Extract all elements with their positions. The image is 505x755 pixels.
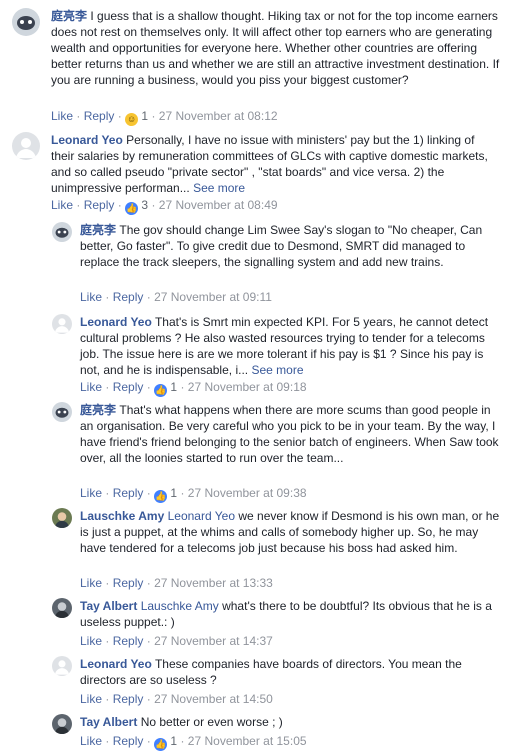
comment-reply: Leonard Yeo That's is Smrt min expected …: [52, 314, 502, 398]
reply-link[interactable]: Reply: [84, 198, 115, 212]
separator: ·: [180, 734, 185, 748]
like-icon[interactable]: 👍: [154, 490, 168, 503]
reply-link[interactable]: Reply: [113, 692, 144, 706]
separator: ·: [146, 486, 151, 500]
separator: ·: [105, 576, 110, 590]
comment-author[interactable]: 庭亮李: [80, 223, 116, 237]
timestamp[interactable]: 27 November at 08:49: [159, 198, 278, 212]
reaction-count[interactable]: 1: [170, 486, 177, 500]
comment-reply: Lauschke Amy Leonard Yeo we never know i…: [52, 508, 502, 592]
separator: ·: [105, 486, 110, 500]
avatar[interactable]: [12, 132, 40, 160]
comment-author[interactable]: 庭亮李: [51, 9, 87, 23]
comment-author[interactable]: Leonard Yeo: [80, 657, 152, 671]
comment-body: I guess that is a shallow thought. Hikin…: [51, 9, 500, 87]
avatar[interactable]: [52, 222, 72, 242]
mentioned-user[interactable]: Lauschke Amy: [141, 599, 219, 613]
like-link[interactable]: Like: [80, 486, 102, 500]
like-link[interactable]: Like: [80, 576, 102, 590]
avatar[interactable]: [12, 8, 40, 36]
like-icon[interactable]: 👍: [125, 202, 139, 215]
separator: ·: [146, 380, 151, 394]
comment: Leonard Yeo Personally, I have no issue …: [12, 132, 502, 215]
timestamp[interactable]: 27 November at 14:50: [154, 692, 273, 706]
comment-reply: Leonard Yeo These companies have boards …: [52, 656, 502, 710]
separator: ·: [105, 692, 110, 706]
timestamp[interactable]: 27 November at 15:05: [188, 734, 307, 748]
comment-author[interactable]: Tay Albert: [80, 715, 137, 729]
like-link[interactable]: Like: [51, 109, 73, 123]
like-link[interactable]: Like: [80, 692, 102, 706]
separator: ·: [146, 290, 151, 304]
timestamp[interactable]: 27 November at 09:11: [154, 290, 272, 304]
timestamp[interactable]: 27 November at 13:33: [154, 576, 273, 590]
reaction-count[interactable]: 3: [141, 198, 148, 212]
comment-reply: 庭亮李 That's what happens when there are m…: [52, 402, 502, 503]
reaction-count[interactable]: 1: [170, 734, 177, 748]
like-link[interactable]: Like: [80, 290, 102, 304]
comment-author[interactable]: Leonard Yeo: [51, 133, 123, 147]
separator: ·: [180, 486, 185, 500]
reaction-count[interactable]: 1: [170, 380, 177, 394]
like-link[interactable]: Like: [51, 198, 73, 212]
separator: ·: [151, 109, 156, 123]
reply-link[interactable]: Reply: [113, 576, 144, 590]
comment-body: No better or even worse ; ): [140, 715, 283, 729]
avatar[interactable]: [52, 508, 72, 528]
separator: ·: [180, 380, 185, 394]
avatar[interactable]: [52, 402, 72, 422]
separator: ·: [146, 734, 151, 748]
timestamp[interactable]: 27 November at 08:12: [159, 109, 278, 123]
separator: ·: [76, 109, 81, 123]
like-link[interactable]: Like: [80, 380, 102, 394]
comment-author[interactable]: 庭亮李: [80, 403, 116, 417]
comment-author[interactable]: Tay Albert: [80, 599, 137, 613]
comment-reply: Tay Albert Lauschke Amy what's there to …: [52, 598, 502, 652]
haha-icon[interactable]: ☺: [125, 113, 139, 126]
reply-link[interactable]: Reply: [113, 634, 144, 648]
timestamp[interactable]: 27 November at 09:38: [188, 486, 307, 500]
separator: ·: [105, 634, 110, 648]
separator: ·: [76, 198, 81, 212]
comment-author[interactable]: Lauschke Amy: [80, 509, 164, 523]
comment-reply: 庭亮李 The gov should change Lim Swee Say's…: [52, 222, 502, 306]
mentioned-user[interactable]: Leonard Yeo: [168, 509, 235, 523]
comment-author[interactable]: Leonard Yeo: [80, 315, 152, 329]
separator: ·: [117, 198, 122, 212]
separator: ·: [146, 692, 151, 706]
comment-reply: Tay Albert No better or even worse ; ) L…: [52, 714, 502, 752]
separator: ·: [105, 290, 110, 304]
reply-link[interactable]: Reply: [113, 380, 144, 394]
separator: ·: [105, 380, 110, 394]
separator: ·: [146, 634, 151, 648]
see-more-link[interactable]: See more: [251, 363, 303, 377]
avatar[interactable]: [52, 656, 72, 676]
like-link[interactable]: Like: [80, 734, 102, 748]
comment-body: That's what happens when there are more …: [80, 403, 499, 465]
separator: ·: [105, 734, 110, 748]
separator: ·: [146, 576, 151, 590]
like-icon[interactable]: 👍: [154, 384, 168, 397]
timestamp[interactable]: 27 November at 09:18: [188, 380, 307, 394]
reply-link[interactable]: Reply: [84, 109, 115, 123]
reply-link[interactable]: Reply: [113, 290, 144, 304]
comment: 庭亮李 I guess that is a shallow thought. H…: [12, 8, 502, 126]
see-more-link[interactable]: See more: [193, 181, 245, 195]
avatar[interactable]: [52, 714, 72, 734]
like-link[interactable]: Like: [80, 634, 102, 648]
like-icon[interactable]: 👍: [154, 738, 168, 751]
reaction-count[interactable]: 1: [141, 109, 148, 123]
reply-link[interactable]: Reply: [113, 734, 144, 748]
avatar[interactable]: [52, 314, 72, 334]
separator: ·: [151, 198, 156, 212]
reply-link[interactable]: Reply: [113, 486, 144, 500]
separator: ·: [117, 109, 122, 123]
avatar[interactable]: [52, 598, 72, 618]
comment-body: The gov should change Lim Swee Say's slo…: [80, 223, 483, 269]
timestamp[interactable]: 27 November at 14:37: [154, 634, 273, 648]
